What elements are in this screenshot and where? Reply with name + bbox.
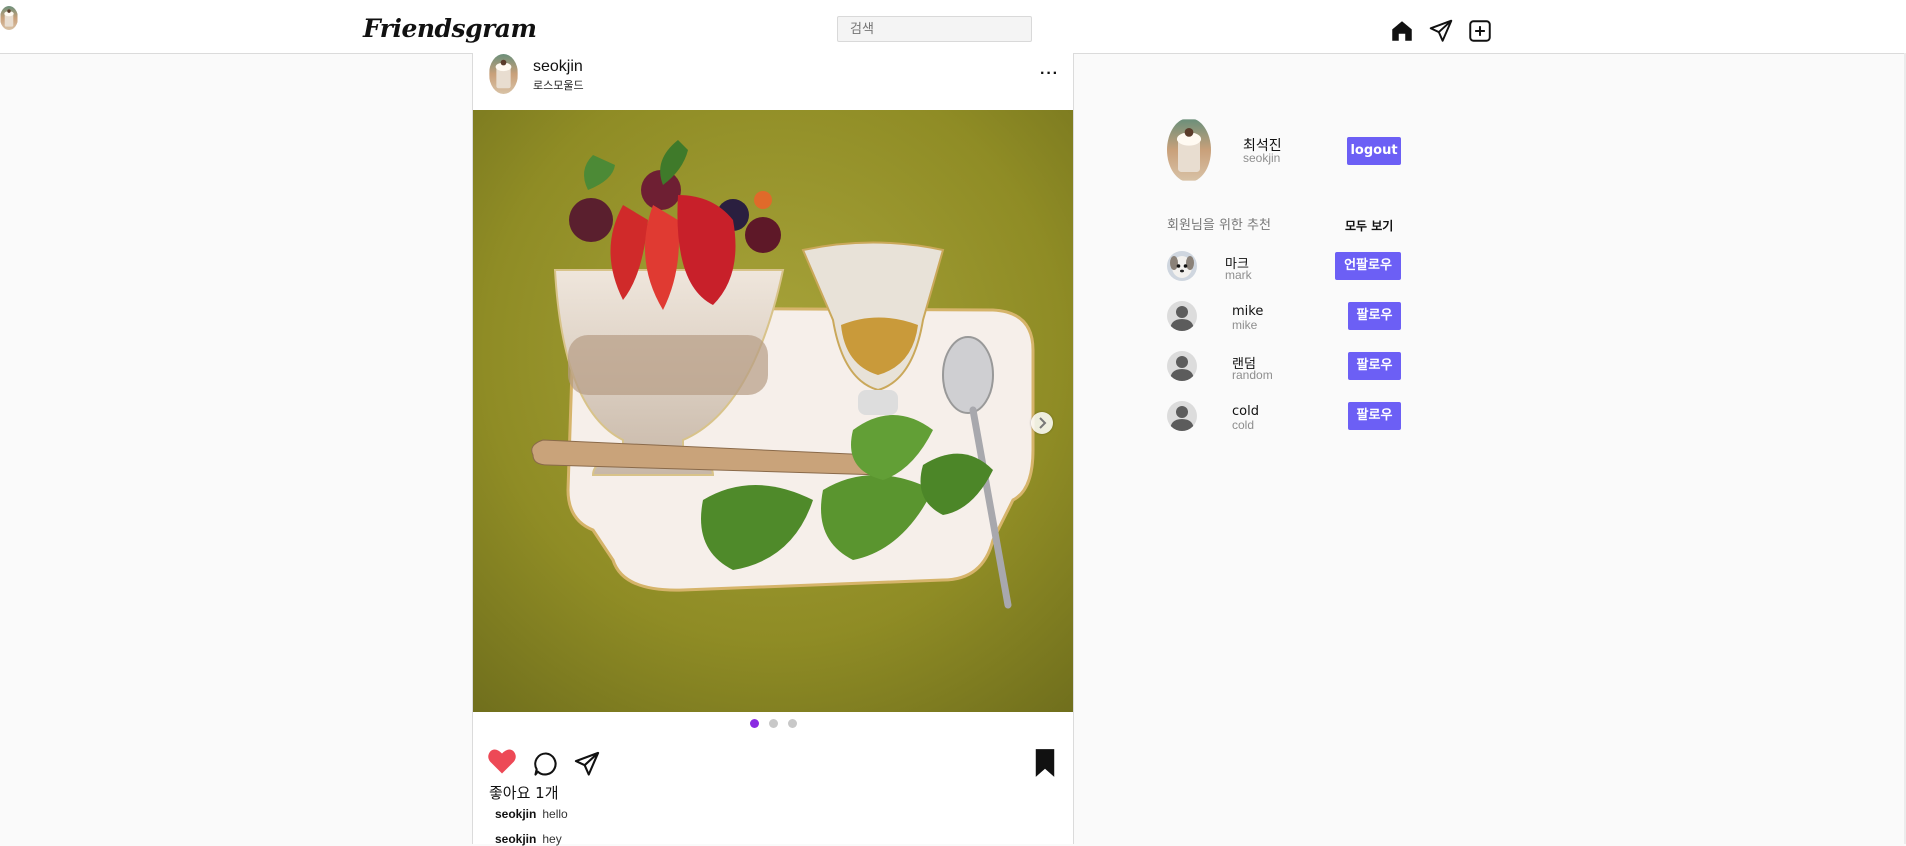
suggestion-avatar[interactable] [1167,401,1197,431]
carousel-dot-1[interactable] [750,719,759,728]
home-icon[interactable] [1389,18,1415,44]
follow-button[interactable]: 팔로우 [1348,402,1401,430]
follow-button[interactable]: 팔로우 [1348,302,1401,330]
post-photo[interactable] [473,110,1073,712]
suggestion-handle: cold [1232,418,1255,432]
suggestion-avatar[interactable] [1167,301,1197,331]
suggestion-avatar[interactable] [1167,251,1197,281]
post-card: seokjin 로스모울드 ··· 좋아요 1개 seokjin hello s… [472,53,1074,846]
suggestion-avatar[interactable] [1167,351,1197,381]
bookmark-icon[interactable] [1033,748,1057,778]
top-navbar: Friendsgram [0,6,1906,54]
carousel-next-button[interactable] [1031,412,1053,434]
comment-text: hello [542,807,568,821]
see-all-link[interactable]: 모두 보기 [1345,217,1393,234]
post-author-avatar[interactable] [489,54,518,94]
share-icon[interactable] [573,750,601,778]
chevron-right-icon [1039,417,1047,429]
post-username[interactable]: seokjin [533,58,583,76]
logout-button[interactable]: logout [1347,137,1401,165]
suggestion-handle: random [1232,368,1273,382]
add-post-icon[interactable] [1467,18,1493,44]
suggestion-name[interactable]: cold [1232,404,1259,419]
suggestion-name[interactable]: mike [1232,304,1263,319]
recommendations-title: 회원님을 위한 추천 [1167,218,1271,233]
my-handle: seokjin [1243,151,1281,165]
post-location[interactable]: 로스모울드 [533,77,584,93]
comment-row: seokjin hello [495,807,568,821]
carousel-indicator [473,716,1073,730]
carousel-dot-2[interactable] [769,719,778,728]
post-header: seokjin 로스모울드 ··· [473,53,1073,110]
suggestion-handle: mark [1225,268,1252,282]
my-avatar[interactable] [1167,118,1211,182]
unfollow-button[interactable]: 언팔로우 [1335,252,1401,280]
send-icon[interactable] [1428,18,1454,44]
comment-icon[interactable] [532,750,560,778]
follow-button[interactable]: 팔로우 [1348,352,1401,380]
search-input[interactable] [837,16,1032,42]
comment-user[interactable]: seokjin [495,807,536,821]
more-options-icon[interactable]: ··· [1040,65,1059,83]
like-count[interactable]: 좋아요 1개 [489,782,559,803]
suggestion-handle: mike [1232,318,1258,332]
heart-icon[interactable] [487,747,517,775]
app-logo[interactable]: Friendsgram [363,14,537,43]
profile-avatar[interactable] [0,6,18,30]
carousel-dot-3[interactable] [788,719,797,728]
